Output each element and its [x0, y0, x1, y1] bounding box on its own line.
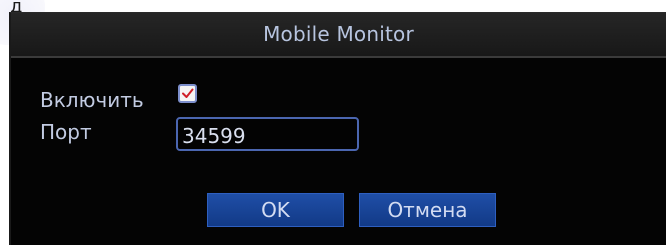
enable-checkbox[interactable] [178, 84, 197, 103]
dialog-title: Mobile Monitor [263, 22, 414, 46]
dialog-title-bar: Mobile Monitor [11, 13, 666, 58]
screen: д Mobile Monitor Включить Порт OK Отмена [0, 0, 666, 245]
ok-button[interactable]: OK [207, 193, 344, 227]
mobile-monitor-dialog: Mobile Monitor Включить Порт OK Отмена [9, 12, 666, 245]
port-label: Порт [40, 120, 92, 144]
port-input[interactable] [176, 117, 359, 151]
enable-label: Включить [40, 88, 144, 112]
check-mark-icon [182, 88, 194, 98]
cancel-button[interactable]: Отмена [359, 193, 496, 227]
